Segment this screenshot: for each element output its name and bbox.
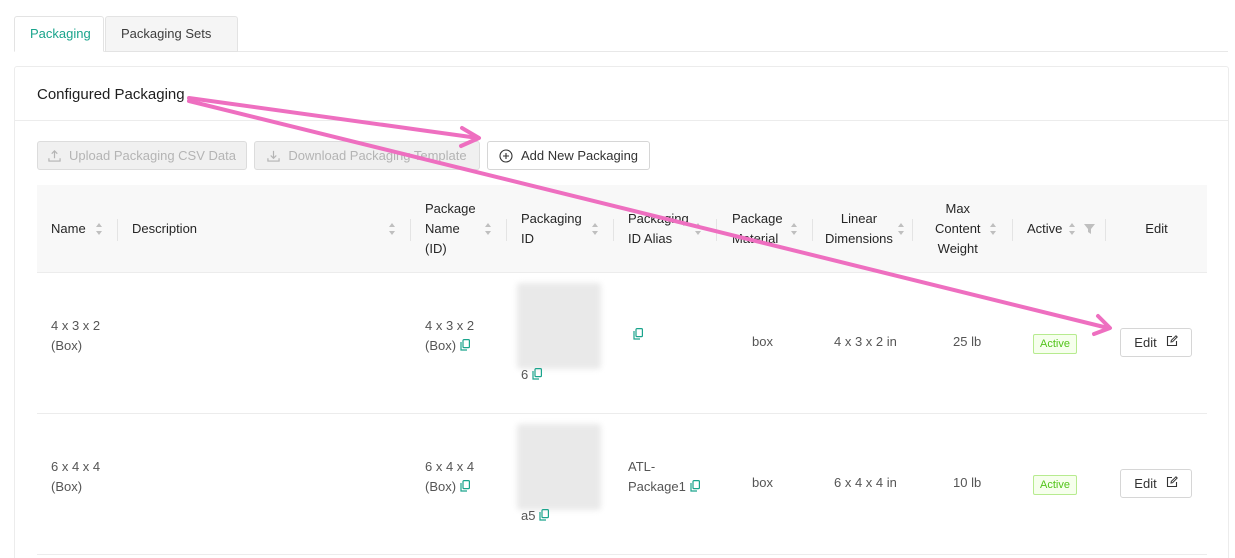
table-row: 4 x 3 x 2 (Box) 4 x 3 x 2 (Box) 6 box 4 … [37, 273, 1207, 414]
column-edit-label: Edit [1145, 221, 1168, 236]
row-name: 4 x 3 x 2 (Box) [51, 318, 101, 353]
redacted-packaging-id [517, 283, 601, 369]
row-material: box [752, 475, 773, 490]
copy-icon[interactable] [633, 326, 644, 346]
sort-icon[interactable] [897, 222, 905, 236]
row-packaging-id: a5 [521, 506, 550, 527]
edit-icon [1166, 335, 1178, 350]
table-header: Name Description Package Name (ID) Packa… [37, 185, 1207, 273]
upload-csv-label: Upload Packaging CSV Data [69, 148, 236, 163]
sort-icon[interactable] [989, 222, 997, 236]
download-icon [267, 149, 281, 162]
row-package-name: 6 x 4 x 4 (Box) [425, 457, 474, 498]
table-row: 6 x 4 x 4 (Box) 6 x 4 x 4 (Box) a5 ATL- … [37, 414, 1207, 555]
row-dimensions: 6 x 4 x 4 in [834, 475, 897, 490]
column-packaging-id-alias-label: Packaging ID Alias [628, 211, 689, 246]
row-weight: 10 lb [953, 475, 982, 490]
card-divider [15, 120, 1228, 121]
edit-icon [1166, 476, 1178, 491]
copy-icon[interactable] [532, 366, 543, 386]
column-package-name[interactable]: Package Name (ID) [411, 185, 507, 273]
row-weight: 25 lb [953, 334, 982, 349]
sort-icon[interactable] [591, 222, 599, 236]
column-active[interactable]: Active [1013, 185, 1106, 273]
column-package-material[interactable]: Package Material [717, 185, 813, 273]
add-new-packaging-button[interactable]: Add New Packaging [487, 141, 650, 170]
copy-icon[interactable] [539, 507, 550, 527]
row-package-name: 4 x 3 x 2 (Box) [425, 316, 474, 357]
column-name[interactable]: Name [37, 185, 118, 273]
redacted-packaging-id [517, 424, 601, 510]
copy-icon[interactable] [460, 337, 471, 357]
row-dimensions: 4 x 3 x 2 in [834, 334, 897, 349]
row-name: 6 x 4 x 4 (Box) [51, 459, 101, 494]
column-packaging-id-label: Packaging ID [521, 211, 582, 246]
sort-icon[interactable] [790, 222, 798, 236]
card-title: Configured Packaging [37, 86, 185, 103]
plus-circle-icon [499, 148, 513, 163]
column-description[interactable]: Description [118, 185, 411, 273]
column-description-label: Description [132, 221, 198, 236]
sort-icon[interactable] [694, 222, 702, 236]
tab-packaging[interactable]: Packaging [14, 16, 104, 52]
upload-csv-button[interactable]: Upload Packaging CSV Data [37, 141, 247, 170]
upload-icon [48, 149, 61, 162]
filter-icon[interactable] [1084, 224, 1095, 234]
download-template-button[interactable]: Download Packaging Template [254, 141, 480, 170]
sort-icon[interactable] [1068, 222, 1076, 236]
sort-icon[interactable] [388, 222, 396, 236]
column-max-content-weight-label: Max Content Weight [935, 201, 981, 256]
column-linear-dimensions-label: Linear Dimensions [825, 211, 893, 246]
configured-packaging-card: Configured Packaging Upload Packaging CS… [14, 66, 1229, 558]
tab-packaging-sets[interactable]: Packaging Sets [105, 16, 238, 52]
copy-icon[interactable] [690, 478, 700, 498]
row-packaging-id: 6 [521, 365, 543, 386]
column-packaging-id[interactable]: Packaging ID [507, 185, 614, 273]
sort-icon[interactable] [484, 222, 492, 236]
column-name-label: Name [51, 221, 86, 236]
row-material: box [752, 334, 773, 349]
copy-icon[interactable] [460, 478, 471, 498]
edit-button-label: Edit [1134, 476, 1157, 491]
status-badge: Active [1033, 475, 1077, 495]
row-packaging-id-alias: ATL- Package1 [628, 457, 700, 498]
edit-button[interactable]: Edit [1120, 328, 1192, 357]
row-packaging-id-alias [628, 325, 644, 346]
column-package-name-label: Package Name (ID) [425, 201, 476, 256]
column-edit: Edit [1106, 185, 1207, 273]
column-max-content-weight[interactable]: Max Content Weight [913, 185, 1013, 273]
edit-button-label: Edit [1134, 335, 1157, 350]
add-new-packaging-label: Add New Packaging [520, 148, 639, 163]
column-linear-dimensions[interactable]: Linear Dimensions [813, 185, 913, 273]
column-package-material-label: Package Material [732, 211, 783, 246]
edit-button[interactable]: Edit [1120, 469, 1192, 498]
status-badge: Active [1033, 334, 1077, 354]
column-packaging-id-alias[interactable]: Packaging ID Alias [614, 185, 717, 273]
download-template-label: Download Packaging Template [288, 148, 467, 163]
sort-icon[interactable] [95, 222, 103, 236]
column-active-label: Active [1027, 221, 1063, 236]
tab-bar: Packaging Packaging Sets [14, 16, 1228, 52]
